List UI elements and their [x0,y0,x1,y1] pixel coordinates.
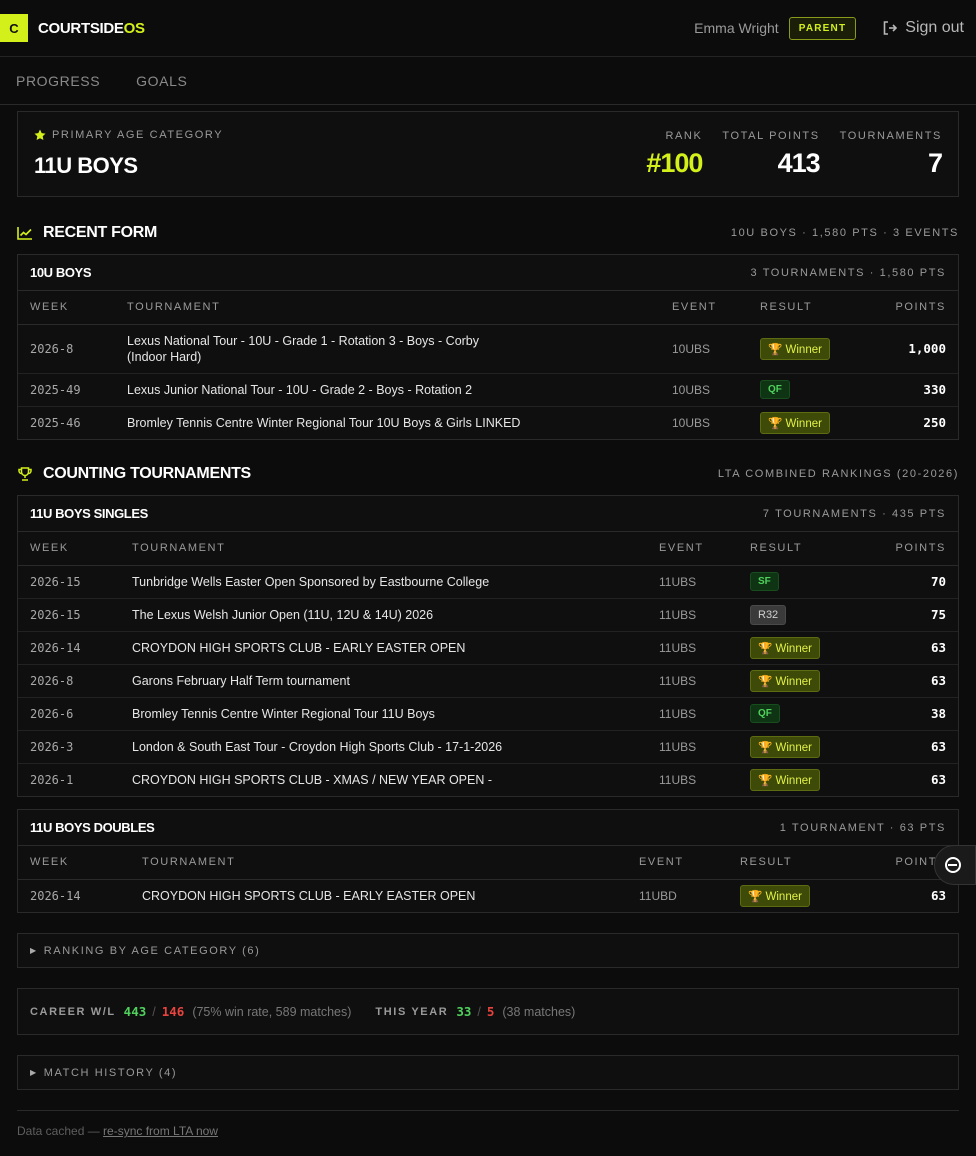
recent-form-header: RECENT FORM 10U BOYS · 1,580 PTS · 3 EVE… [17,222,959,244]
tab-goals[interactable]: GOALS [136,73,187,89]
main-content: PRIMARY AGE CATEGORY 11U BOYS RANK #100 … [17,111,959,1138]
result-badge: 🏆 Winner [750,669,820,692]
match-history-toggle[interactable]: ▶ MATCH HISTORY (4) [17,1055,959,1090]
career-record: CAREER W/L 443 / 146 (75% win rate, 589 … [17,988,959,1035]
resync-link[interactable]: re-sync from LTA now [103,1124,218,1138]
year-wins: 33 [456,1004,472,1019]
result-badge: R32 [750,604,787,625]
trend-chart-icon [17,227,32,240]
summary-card: PRIMARY AGE CATEGORY 11U BOYS RANK #100 … [17,111,959,197]
footer: Data cached — re-sync from LTA now [17,1110,959,1138]
user-area: Emma Wright PARENT Sign out [694,16,964,40]
recent-form-table: WEEK TOURNAMENT EVENT RESULT POINTS 2026… [18,291,958,439]
doubles-table: WEEK TOURNAMENT EVENT RESULT POINTS 2026… [18,846,958,912]
logo-accent: OS [123,19,145,37]
total-points-value: 413 [777,147,821,178]
card-title: 11U BOYS DOUBLES [30,820,155,835]
role-badge: PARENT [788,16,857,40]
logo-mark[interactable]: C [0,14,28,42]
result-badge: 🏆 Winner [760,411,830,434]
caret-right-icon: ▶ [30,1068,38,1077]
singles-card: 11U BOYS SINGLES 7 TOURNAMENTS · 435 PTS… [17,495,959,797]
card-meta: 7 TOURNAMENTS · 435 PTS [762,507,946,520]
star-icon [34,129,46,140]
table-row[interactable]: 2026-15 Tunbridge Wells Easter Open Spon… [18,565,958,599]
tab-bar: PROGRESS GOALS [0,57,976,105]
result-badge: SF [750,572,779,591]
rank-value: #100 [646,147,703,178]
career-losses: 146 [161,1004,185,1019]
floating-widget-button[interactable] [934,845,976,885]
stat-rank: RANK #100 [646,129,703,178]
year-losses: 5 [486,1004,495,1019]
card-meta: 3 TOURNAMENTS · 1,580 PTS [750,266,946,279]
user-name: Emma Wright [694,20,779,36]
counting-title: COUNTING TOURNAMENTS [43,465,251,482]
tab-progress[interactable]: PROGRESS [16,73,100,89]
card-title: 10U BOYS [30,265,92,280]
primary-category: PRIMARY AGE CATEGORY 11U BOYS [34,129,223,179]
card-meta: 1 TOURNAMENT · 63 PTS [779,821,946,834]
table-row[interactable]: 2025-49 Lexus Junior National Tour - 10U… [18,373,958,407]
sign-out-label: Sign out [905,19,964,36]
caret-right-icon: ▶ [30,946,38,955]
table-row[interactable]: 2026-8 Lexus National Tour - 10U - Grade… [18,324,958,374]
tournaments-value: 7 [927,147,943,178]
stat-tournaments: TOURNAMENTS 7 [839,129,943,178]
recent-form-title: RECENT FORM [43,224,158,241]
table-row[interactable]: 2026-14 CROYDON HIGH SPORTS CLUB - EARLY… [18,879,958,912]
result-badge: 🏆 Winner [740,884,810,907]
result-badge: 🏆 Winner [760,337,830,360]
top-bar: C COURTSIDEOS Emma Wright PARENT Sign ou… [0,0,976,57]
table-row[interactable]: 2026-1 CROYDON HIGH SPORTS CLUB - XMAS /… [18,763,958,796]
result-badge: 🏆 Winner [750,768,820,791]
logo-text[interactable]: COURTSIDEOS [38,20,145,37]
widget-icon [945,857,961,873]
table-row[interactable]: 2026-6 Bromley Tennis Centre Winter Regi… [18,697,958,731]
career-detail: (75% win rate, 589 matches) [192,1004,352,1019]
counting-header: COUNTING TOURNAMENTS LTA COMBINED RANKIN… [17,463,959,485]
result-badge: QF [750,704,780,723]
singles-table: WEEK TOURNAMENT EVENT RESULT POINTS 2026… [18,532,958,796]
result-badge: 🏆 Winner [750,735,820,758]
primary-category-value: 11U BOYS [34,153,138,178]
result-badge: 🏆 Winner [750,636,820,659]
recent-form-card: 10U BOYS 3 TOURNAMENTS · 1,580 PTS WEEK … [17,254,959,440]
counting-meta: LTA COMBINED RANKINGS (20-2026) [717,468,959,480]
table-row[interactable]: 2026-3 London & South East Tour - Croydo… [18,730,958,764]
doubles-card: 11U BOYS DOUBLES 1 TOURNAMENT · 63 PTS W… [17,809,959,913]
table-row[interactable]: 2025-46 Bromley Tennis Centre Winter Reg… [18,406,958,439]
year-detail: (38 matches) [502,1004,576,1019]
career-wins: 443 [123,1004,147,1019]
sign-out-button[interactable]: Sign out [882,19,964,37]
ranking-by-age-toggle[interactable]: ▶ RANKING BY AGE CATEGORY (6) [17,933,959,968]
recent-form-meta: 10U BOYS · 1,580 PTS · 3 EVENTS [730,227,959,239]
table-row[interactable]: 2026-8 Garons February Half Term tournam… [18,664,958,698]
sign-out-icon [883,21,898,35]
table-row[interactable]: 2026-15 The Lexus Welsh Junior Open (11U… [18,598,958,632]
primary-category-label: PRIMARY AGE CATEGORY [52,129,224,141]
table-row[interactable]: 2026-14 CROYDON HIGH SPORTS CLUB - EARLY… [18,631,958,665]
result-badge: QF [760,380,790,399]
stats: RANK #100 TOTAL POINTS 413 TOURNAMENTS 7 [626,129,943,179]
trophy-icon [18,467,32,481]
card-title: 11U BOYS SINGLES [30,506,148,521]
logo-main: COURTSIDE [38,19,124,37]
stat-total-points: TOTAL POINTS 413 [722,129,821,178]
